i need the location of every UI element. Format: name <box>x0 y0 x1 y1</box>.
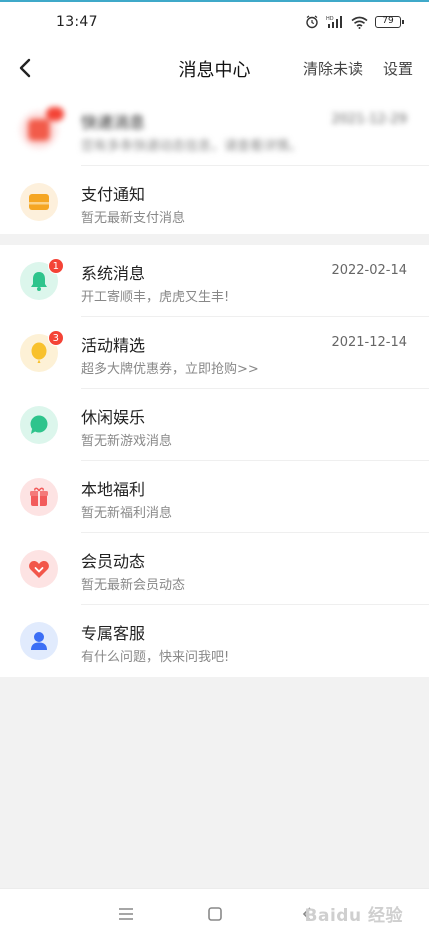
watermark: Baidu 经验 <box>304 906 403 926</box>
page-title: 消息中心 <box>178 60 251 81</box>
app-header: 消息中心 清除未读 设置 <box>0 42 429 94</box>
item-name: 支付通知 <box>81 185 146 204</box>
item-subtitle: 暂无新福利消息 <box>81 506 173 521</box>
bell-icon: 1 <box>20 258 64 300</box>
gift-icon <box>20 478 58 516</box>
list-item-local-benefits[interactable]: 本地福利 暂无新福利消息 <box>0 461 429 533</box>
list-item-activity[interactable]: 3 活动精选 超多大牌优惠券，立即抢购>> 2021-12-14 <box>0 317 429 389</box>
item-date: 2022-02-14 <box>331 263 407 278</box>
wifi-icon <box>351 16 368 29</box>
item-name: 活动精选 <box>81 336 146 355</box>
item-date: 2021-12-29 <box>331 112 407 127</box>
back-arrow-icon[interactable] <box>14 54 38 82</box>
settings-button[interactable]: 设置 <box>383 58 413 79</box>
list-item-customer-service[interactable]: 专属客服 有什么问题，快来问我吧! <box>0 605 429 677</box>
item-subtitle: 您有多条快递动态信息，请查看详情。 <box>81 139 303 154</box>
item-name: 本地福利 <box>81 480 146 499</box>
alarm-icon <box>306 15 318 29</box>
status-time: 13:47 <box>56 14 98 30</box>
system-navigation-bar: Baidu 经验 <box>0 888 429 938</box>
list-item-membership[interactable]: 会员动态 暂无最新会员动态 <box>0 533 429 605</box>
item-name: 快递消息 <box>81 113 146 132</box>
home-square-icon[interactable] <box>205 905 225 923</box>
status-bar: 13:47 HD 79 <box>0 2 429 42</box>
user-icon <box>20 622 58 660</box>
package-icon <box>20 107 64 149</box>
balloon-icon: 3 <box>20 330 64 372</box>
item-subtitle: 开工寄顺丰，虎虎又生丰! <box>81 290 230 305</box>
status-icons: HD 79 <box>305 15 404 29</box>
svg-text:HD: HD <box>326 16 334 22</box>
item-name: 休闲娱乐 <box>81 408 146 427</box>
list-item-system[interactable]: 1 系统消息 开工寄顺丰，虎虎又生丰! 2022-02-14 <box>0 245 429 317</box>
signal-icon: HD <box>326 16 342 28</box>
item-name: 会员动态 <box>81 552 146 571</box>
list-item-entertainment[interactable]: 休闲娱乐 暂无新游戏消息 <box>0 389 429 461</box>
item-subtitle: 暂无最新支付消息 <box>81 211 186 226</box>
item-subtitle: 超多大牌优惠券，立即抢购>> <box>81 362 259 377</box>
item-name: 专属客服 <box>81 624 146 643</box>
heart-icon <box>20 550 58 588</box>
clear-unread-button[interactable]: 清除未读 <box>303 58 363 79</box>
wallet-icon <box>20 183 58 221</box>
chat-bubble-icon <box>20 406 58 444</box>
item-name: 系统消息 <box>81 264 146 283</box>
item-date: 2021-12-14 <box>331 335 407 350</box>
item-subtitle: 有什么问题，快来问我吧! <box>81 650 230 665</box>
message-list-main: 1 系统消息 开工寄顺丰，虎虎又生丰! 2022-02-14 3 活动精选 超多… <box>0 245 429 677</box>
item-subtitle: 暂无新游戏消息 <box>81 434 173 449</box>
unread-badge: 3 <box>47 330 64 346</box>
item-subtitle: 暂无最新会员动态 <box>81 578 186 593</box>
menu-icon[interactable] <box>116 905 136 923</box>
unread-badge: 1 <box>47 258 64 274</box>
battery-icon: 79 <box>375 16 404 28</box>
list-item-payment[interactable]: 支付通知 暂无最新支付消息 <box>0 166 429 238</box>
list-item-express[interactable]: 快递消息 您有多条快递动态信息，请查看详情。 2021-12-29 <box>0 94 429 166</box>
message-list-top: 快递消息 您有多条快递动态信息，请查看详情。 2021-12-29 支付通知 暂… <box>0 94 429 234</box>
